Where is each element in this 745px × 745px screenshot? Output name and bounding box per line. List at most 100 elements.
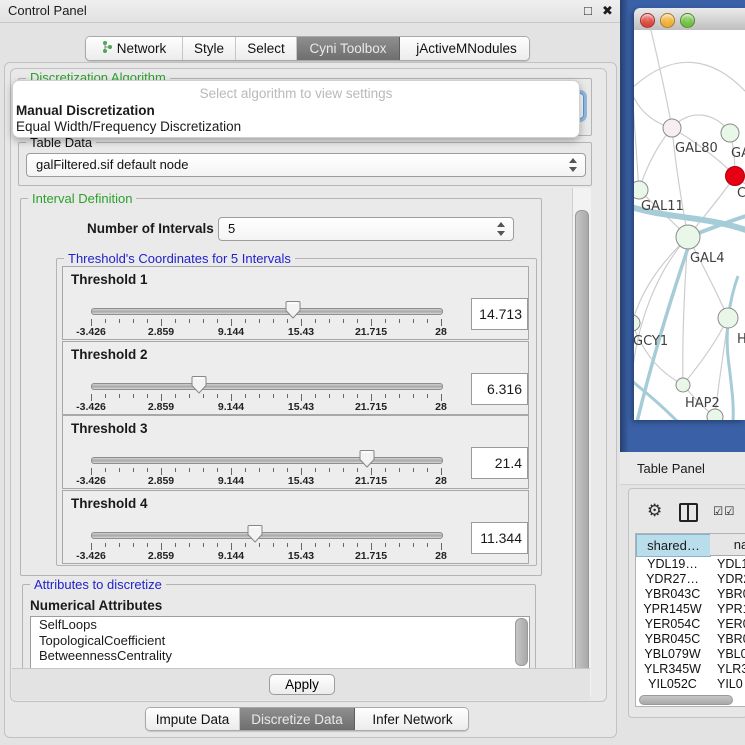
table-cell[interactable]: YER054C <box>636 617 709 632</box>
network-node[interactable] <box>663 119 681 137</box>
threshold-value-field[interactable]: 6.316 <box>471 373 528 405</box>
tab-impute-data[interactable]: Impute Data <box>146 708 240 730</box>
table-cell[interactable]: YBL079W <box>636 647 709 662</box>
table-cell[interactable]: YBL0 <box>717 647 745 662</box>
table-cell[interactable]: YBR043C <box>636 587 709 602</box>
menu-item-manual-discretization[interactable]: Manual Discretization <box>16 103 155 118</box>
network-node[interactable] <box>718 308 738 328</box>
table-cell[interactable]: YPR1 <box>717 602 745 617</box>
tick-label: 21.715 <box>355 401 387 413</box>
restore-icon[interactable]: □ <box>584 3 592 18</box>
node-table[interactable]: shared… name YDL19… YDL1 YDR27… YDR2 YBR043C… <box>635 533 745 707</box>
slider-track[interactable] <box>91 532 443 539</box>
close-traffic-light[interactable] <box>640 13 655 28</box>
table-cell[interactable]: YIL0 <box>717 677 745 692</box>
network-node[interactable] <box>634 181 648 199</box>
column-header-shared-name[interactable]: shared… <box>636 534 711 557</box>
threshold-label: Threshold 3 <box>71 421 148 436</box>
menu-item-equal-width-frequency[interactable]: Equal Width/Frequency Discretization <box>16 119 241 134</box>
tick-label: -3.426 <box>76 401 106 413</box>
interval-definition-group-title: Interval Definition <box>28 191 136 206</box>
network-graph[interactable]: GAL80GAGAL11CGAL4GCY1HHAP2 <box>634 30 745 420</box>
threshold-row-1: Threshold 1-3.4262.8599.14415.4321.71528… <box>62 266 529 340</box>
list-item[interactable]: TopologicalCoefficient <box>31 633 529 649</box>
slider-track[interactable] <box>91 308 443 315</box>
table-cell[interactable]: YDL19… <box>636 557 709 572</box>
slider-thumb[interactable] <box>285 300 301 319</box>
number-of-intervals-value: 5 <box>228 221 235 236</box>
table-data-combobox[interactable]: galFiltered.sif default node <box>26 153 586 177</box>
tick-label: 28 <box>435 475 447 487</box>
close-icon[interactable]: ✖ <box>602 3 613 19</box>
node-label: H <box>737 332 745 347</box>
node-label: C <box>737 186 745 201</box>
network-edge[interactable] <box>650 30 672 128</box>
network-edge[interactable] <box>688 237 728 318</box>
slider-thumb[interactable] <box>247 524 263 543</box>
list-item[interactable]: SelfLoops <box>31 617 529 633</box>
tab-infer-network[interactable]: Infer Network <box>355 708 469 730</box>
combo-spinner-icon[interactable] <box>497 218 507 240</box>
network-edge[interactable] <box>634 237 688 323</box>
minimize-traffic-light[interactable] <box>660 13 675 28</box>
threshold-row-3: Threshold 3-3.4262.8599.14415.4321.71528… <box>62 415 529 489</box>
tab-label: Infer Network <box>372 712 452 727</box>
network-node[interactable] <box>676 225 700 249</box>
columns-icon[interactable] <box>679 503 698 522</box>
network-node[interactable] <box>721 124 739 142</box>
tick-label: 28 <box>435 401 447 413</box>
tab-discretize-data[interactable]: Discretize Data <box>240 708 355 730</box>
number-of-intervals-combobox[interactable]: 5 <box>218 217 514 241</box>
tab-cyni-toolbox[interactable]: Cyni Toolbox <box>297 37 400 60</box>
window-title: Control Panel <box>8 3 87 18</box>
table-cell[interactable]: YLR3 <box>717 662 745 677</box>
network-edge[interactable] <box>639 128 672 190</box>
tick-label: 21.715 <box>355 326 387 338</box>
table-cell[interactable]: YDR2 <box>717 572 745 587</box>
network-node[interactable] <box>634 315 640 331</box>
slider-thumb[interactable] <box>359 449 375 468</box>
table-hscrollbar-thumb[interactable] <box>639 695 733 705</box>
settings-scrollbar-thumb[interactable] <box>575 210 589 690</box>
gear-icon[interactable]: ⚙ <box>647 501 662 521</box>
table-cell[interactable]: YLR345W <box>636 662 709 677</box>
attributes-list-scrollbar[interactable] <box>515 618 528 666</box>
threshold-value-field[interactable]: 11.344 <box>471 522 528 554</box>
table-cell[interactable]: YER0 <box>717 617 745 632</box>
tab-label: Cyni Toolbox <box>309 41 386 56</box>
numerical-attributes-list[interactable]: SelfLoopsTopologicalCoefficientBetweenne… <box>30 616 530 668</box>
tab-label: Select <box>247 41 285 56</box>
tab-style[interactable]: Style <box>183 37 236 60</box>
network-edge[interactable] <box>634 62 745 92</box>
list-item[interactable]: BetweennessCentrality <box>31 648 529 664</box>
table-cell[interactable]: YDR27… <box>636 572 709 587</box>
zoom-traffic-light[interactable] <box>680 13 695 28</box>
threshold-value-field[interactable]: 21.4 <box>471 447 528 479</box>
table-cell[interactable]: YDL1 <box>717 557 745 572</box>
network-edge[interactable] <box>634 323 683 385</box>
network-node[interactable] <box>676 378 690 392</box>
network-edge[interactable] <box>634 70 639 190</box>
checkboxes-icon[interactable]: ☑☑ <box>713 504 736 518</box>
network-view[interactable]: GAL80GAGAL11CGAL4GCY1HHAP2 <box>634 30 745 420</box>
table-cell[interactable]: YBR0 <box>717 587 745 602</box>
tab-select[interactable]: Select <box>236 37 297 60</box>
apply-button[interactable]: Apply <box>269 674 335 695</box>
slider-track[interactable] <box>91 457 443 464</box>
table-cell[interactable]: YBR045C <box>636 632 709 647</box>
threshold-value-field[interactable]: 14.713 <box>471 298 528 330</box>
network-edge[interactable] <box>683 318 728 385</box>
tab-network[interactable]: Network <box>86 37 183 60</box>
table-cell[interactable]: YIL052C <box>636 677 709 692</box>
slider-track[interactable] <box>91 383 443 390</box>
network-edge-highlighted[interactable] <box>727 276 738 420</box>
slider-thumb[interactable] <box>191 375 207 394</box>
network-node-selected[interactable] <box>726 167 745 186</box>
tick-label: 21.715 <box>355 475 387 487</box>
node-label: GAL11 <box>641 199 684 214</box>
table-cell[interactable]: YBR0 <box>717 632 745 647</box>
combo-spinner-icon[interactable] <box>569 154 579 176</box>
column-header-name[interactable]: name <box>710 534 745 556</box>
tab-jactivemnodules[interactable]: jActiveMNodules <box>400 37 530 60</box>
table-cell[interactable]: YPR145W <box>636 602 709 617</box>
